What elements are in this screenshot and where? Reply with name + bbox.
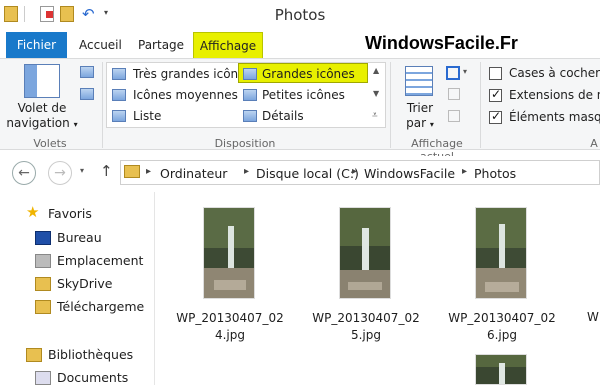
breadcrumb-item[interactable]: WindowsFacile	[364, 166, 455, 181]
forward-icon[interactable]: →	[48, 161, 72, 185]
layout-large-icons[interactable]: Grandes icônes	[262, 65, 355, 83]
sort-by-button[interactable]: Trier par ▾	[398, 101, 442, 132]
item-checkboxes-label: Cases à cocher de	[509, 66, 600, 80]
file-name-text: 6.jpg	[486, 328, 518, 342]
navigation-pane-icon[interactable]	[24, 64, 60, 98]
nav-pane-label: Volet de	[17, 101, 67, 115]
tab-view[interactable]: Affichage	[193, 32, 263, 58]
small-icons-icon	[243, 89, 257, 101]
layout-details[interactable]: Détails	[262, 107, 304, 125]
file-name[interactable]: WP_20130407_02 4.jpg	[175, 310, 285, 344]
details-pane-icon[interactable]	[80, 88, 94, 100]
back-icon[interactable]: ←	[12, 161, 36, 185]
nav-item-libraries[interactable]: Bibliothèques	[48, 347, 133, 362]
breadcrumb-item[interactable]: Ordinateur	[160, 166, 227, 181]
group-label: A	[590, 137, 598, 150]
window-title: Photos	[274, 6, 326, 24]
group-by-icon[interactable]	[446, 66, 460, 80]
photo-thumbnail[interactable]	[339, 207, 391, 299]
divider	[102, 62, 103, 148]
nav-item-desktop[interactable]: Bureau	[57, 230, 102, 245]
photo-thumbnail[interactable]	[475, 354, 527, 385]
libraries-icon	[26, 348, 42, 362]
size-columns-icon[interactable]	[448, 110, 460, 122]
nav-item-downloads[interactable]: Téléchargeme	[57, 299, 144, 314]
navigation-pane-button[interactable]: Volet de navigation ▾	[6, 101, 78, 132]
divider	[480, 62, 481, 148]
add-columns-icon[interactable]	[448, 88, 460, 100]
photo-thumbnail[interactable]	[203, 207, 255, 299]
watermark: WindowsFacile.Fr	[365, 33, 518, 53]
chevron-down-icon: ▾	[73, 120, 78, 129]
file-name-text: 4.jpg	[214, 328, 246, 342]
breadcrumb-separator-icon[interactable]: ▸	[352, 166, 357, 177]
sort-label: par	[406, 116, 427, 130]
scroll-up-icon[interactable]: ▲	[373, 66, 379, 75]
group-label: Disposition	[214, 137, 276, 150]
breadcrumb-separator-icon[interactable]: ▸	[146, 166, 151, 177]
downloads-icon	[35, 300, 51, 314]
sort-by-icon[interactable]	[405, 66, 433, 96]
layout-list[interactable]: Liste	[133, 107, 161, 125]
recent-locations-icon[interactable]: ▾	[80, 166, 84, 175]
breadcrumb-separator-icon[interactable]: ▸	[462, 166, 467, 177]
chevron-down-icon[interactable]: ▾	[463, 67, 467, 76]
nav-item-places[interactable]: Emplacement	[57, 253, 143, 268]
breadcrumb-separator-icon[interactable]: ▸	[244, 166, 249, 177]
skydrive-icon	[35, 277, 51, 291]
details-icon	[243, 110, 257, 122]
tab-home[interactable]: Accueil	[68, 32, 133, 58]
tab-share[interactable]: Partage	[127, 32, 195, 58]
up-icon[interactable]: ↑	[100, 162, 113, 180]
sort-label: Trier	[406, 101, 434, 115]
list-icon	[112, 110, 126, 122]
divider	[390, 62, 391, 148]
file-name-text: WP_20130407_02	[176, 311, 284, 325]
scroll-down-icon[interactable]: ▼	[373, 89, 379, 98]
nav-item-documents[interactable]: Documents	[57, 370, 128, 385]
breadcrumb-item[interactable]: Disque local (C:)	[256, 166, 359, 181]
hidden-items-label: Éléments masqués	[509, 110, 600, 124]
desktop-icon	[35, 231, 51, 245]
group-label: Volets	[33, 137, 67, 150]
folder-icon	[124, 165, 140, 178]
photo-thumbnail[interactable]	[475, 207, 527, 299]
file-name[interactable]: WP_20130407_02 5.jpg	[311, 310, 421, 344]
medium-icons-icon	[112, 89, 126, 101]
file-name-text: WP_20130407_02	[448, 311, 556, 325]
checkbox-item-checkboxes[interactable]	[489, 67, 502, 80]
nav-pane-label: navigation	[6, 116, 70, 130]
file-extensions-label: Extensions de nom	[509, 88, 600, 102]
layout-small-icons[interactable]: Petites icônes	[262, 86, 345, 104]
file-name-text: 5.jpg	[350, 328, 382, 342]
documents-icon	[35, 371, 51, 385]
places-icon	[35, 254, 51, 268]
checkbox-hidden-items[interactable]	[489, 109, 502, 124]
extra-large-icons-icon	[112, 68, 126, 80]
tab-file[interactable]: Fichier	[6, 32, 67, 58]
large-icons-icon	[243, 68, 257, 80]
checkbox-file-extensions[interactable]	[489, 87, 502, 102]
layout-extra-large-icons[interactable]: Très grandes icônes	[133, 65, 252, 83]
preview-pane-icon[interactable]	[80, 66, 94, 78]
chevron-down-icon: ▾	[429, 120, 434, 129]
file-name[interactable]: W	[587, 310, 599, 324]
expand-gallery-icon[interactable]: ⩡	[372, 110, 378, 121]
nav-item-skydrive[interactable]: SkyDrive	[57, 276, 112, 291]
star-icon: ★	[26, 203, 40, 221]
breadcrumb-item[interactable]: Photos	[474, 166, 516, 181]
layout-medium-icons[interactable]: Icônes moyennes	[133, 86, 238, 104]
file-name-text: WP_20130407_02	[312, 311, 420, 325]
nav-item-favorites[interactable]: Favoris	[48, 206, 92, 221]
file-name[interactable]: WP_20130407_02 6.jpg	[447, 310, 557, 344]
